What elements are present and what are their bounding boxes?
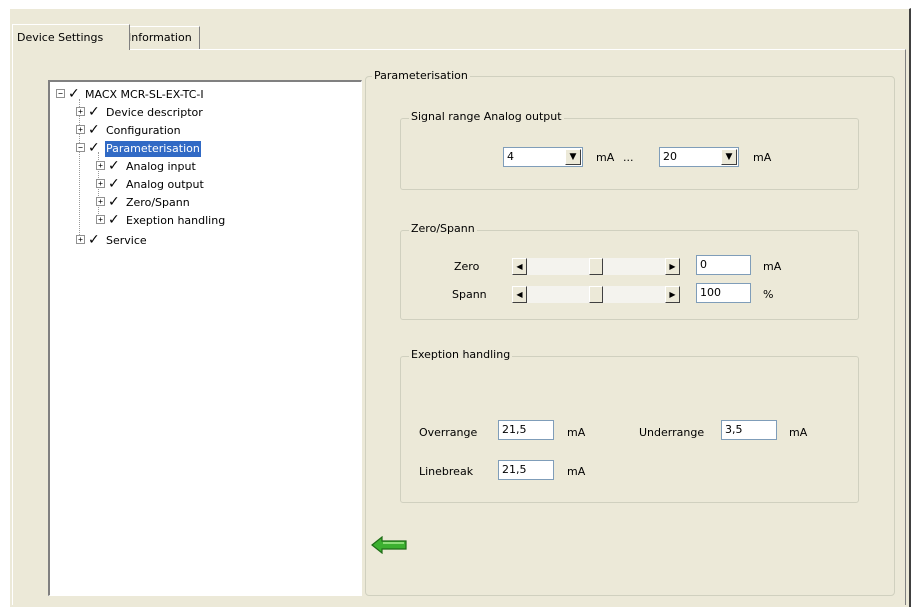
overrange-input[interactable]: 21,5: [498, 420, 554, 440]
tree-node-label: Analog output: [126, 178, 204, 191]
zero-spann-title: Zero/Spann: [409, 222, 477, 235]
checkmark-icon: ✓: [88, 122, 100, 138]
zero-spann-group: [400, 230, 859, 320]
scroll-left-icon[interactable]: ◀: [512, 286, 527, 303]
overrange-label: Overrange: [419, 426, 478, 439]
device-tree[interactable]: − ✓ MACX MCR-SL-EX-TC-I + ✓ Device descr…: [48, 80, 362, 596]
tree-node-label: Exeption handling: [126, 214, 226, 227]
minus-box-icon[interactable]: −: [56, 89, 65, 98]
tree-node-label: Service: [106, 234, 147, 247]
plus-box-icon[interactable]: +: [96, 161, 105, 170]
plus-box-icon[interactable]: +: [96, 179, 105, 188]
plus-box-icon[interactable]: +: [76, 235, 85, 244]
parameterisation-title: Parameterisation: [372, 69, 470, 82]
checkmark-icon: ✓: [108, 158, 120, 174]
signal-range-separator: ...: [623, 151, 634, 164]
underrange-input[interactable]: 3,5: [721, 420, 777, 440]
zero-slider-thumb[interactable]: [589, 258, 603, 275]
checkmark-icon: ✓: [68, 86, 80, 102]
checkmark-icon: ✓: [108, 194, 120, 210]
linebreak-label: Linebreak: [419, 465, 474, 478]
tree-node-label: Configuration: [106, 124, 181, 137]
underrange-unit: mA: [789, 426, 808, 439]
plus-box-icon[interactable]: +: [96, 215, 105, 224]
signal-from-select[interactable]: 4 ▼: [503, 147, 583, 167]
checkmark-icon: ✓: [108, 176, 120, 192]
tree-node-label-selected: Parameterisation: [104, 140, 202, 158]
tree-node-label: Zero/Spann: [126, 196, 190, 209]
tab-device-settings[interactable]: Device Settings: [12, 24, 130, 50]
checkmark-icon: ✓: [88, 140, 100, 156]
checkmark-icon: ✓: [88, 232, 100, 248]
zero-slider[interactable]: ◀ ▶: [512, 258, 680, 275]
scroll-left-icon[interactable]: ◀: [512, 258, 527, 275]
signal-range-title: Signal range Analog output: [409, 110, 564, 123]
checkmark-icon: ✓: [88, 104, 100, 120]
linebreak-unit: mA: [567, 465, 586, 478]
zero-label: Zero: [454, 260, 480, 273]
spann-unit: %: [763, 288, 774, 301]
tab-information[interactable]: Information: [123, 26, 200, 49]
tree-line: [79, 99, 80, 243]
tree-node-label: Device descriptor: [106, 106, 203, 119]
exeption-handling-title: Exeption handling: [409, 348, 513, 361]
plus-box-icon[interactable]: +: [76, 125, 85, 134]
signal-to-value: 20: [663, 150, 677, 163]
signal-to-select[interactable]: 20 ▼: [659, 147, 739, 167]
zero-input[interactable]: 0: [696, 255, 751, 275]
signal-from-value: 4: [507, 150, 514, 163]
zero-unit: mA: [763, 260, 782, 273]
scroll-right-icon[interactable]: ▶: [665, 258, 680, 275]
back-arrow-icon[interactable]: [371, 536, 407, 554]
scroll-right-icon[interactable]: ▶: [665, 286, 680, 303]
plus-box-icon[interactable]: +: [76, 107, 85, 116]
minus-box-icon[interactable]: −: [76, 143, 85, 152]
linebreak-input[interactable]: 21,5: [498, 460, 554, 480]
spann-slider[interactable]: ◀ ▶: [512, 286, 680, 303]
underrange-label: Underrange: [639, 426, 705, 439]
signal-to-unit: mA: [753, 151, 772, 164]
overrange-unit: mA: [567, 426, 586, 439]
checkmark-icon: ✓: [108, 212, 120, 228]
plus-box-icon[interactable]: +: [96, 197, 105, 206]
spann-input[interactable]: 100: [696, 283, 751, 303]
chevron-down-icon[interactable]: ▼: [721, 149, 737, 165]
tree-node-label: Analog input: [126, 160, 196, 173]
spann-label: Spann: [452, 288, 487, 301]
chevron-down-icon[interactable]: ▼: [565, 149, 581, 165]
tree-node-label: MACX MCR-SL-EX-TC-I: [85, 88, 204, 101]
signal-from-unit: mA: [596, 151, 615, 164]
spann-slider-thumb[interactable]: [589, 286, 603, 303]
